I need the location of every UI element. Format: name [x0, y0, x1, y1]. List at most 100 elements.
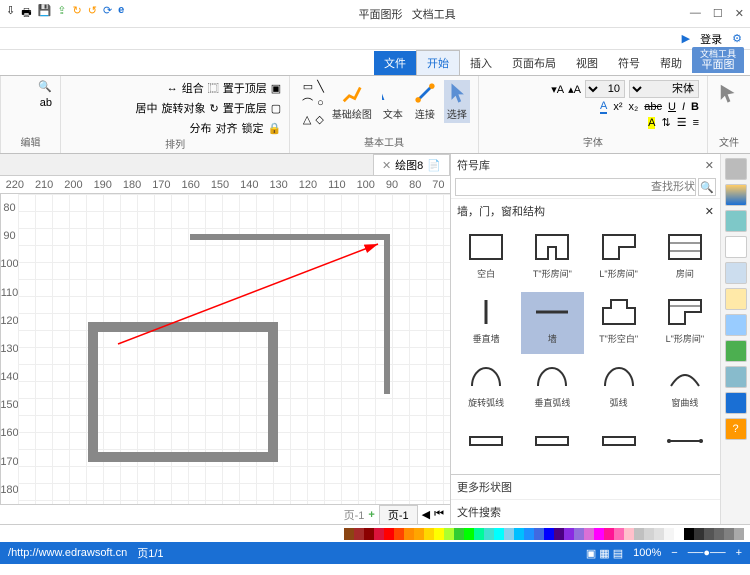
shape-item[interactable]: "T"形空白 — [588, 292, 650, 355]
sub-button[interactable]: x₂ — [629, 101, 639, 113]
rail-item-5[interactable] — [725, 262, 747, 284]
rail-item-3[interactable] — [725, 210, 747, 232]
rotate-icon[interactable]: ↻ — [210, 102, 219, 115]
arc-tool-icon[interactable]: ⌒ — [302, 95, 313, 111]
color-swatch[interactable] — [564, 528, 574, 540]
login-link[interactable]: 登录 — [700, 31, 722, 47]
color-swatch[interactable] — [444, 528, 454, 540]
rail-item-9[interactable] — [725, 366, 747, 388]
color-swatch[interactable] — [634, 528, 644, 540]
panel-close-icon[interactable]: ✕ — [705, 159, 714, 172]
shape-item[interactable]: 弧线 — [588, 356, 650, 419]
color-swatch[interactable] — [454, 528, 464, 540]
tab-floorplan-context[interactable]: 文档工具 平面图 — [692, 47, 744, 73]
color-swatch[interactable] — [344, 528, 354, 540]
rail-item-7[interactable] — [725, 314, 747, 336]
color-swatch[interactable] — [394, 528, 404, 540]
shape-item[interactable]: 墙 — [521, 292, 583, 355]
spacing-icon[interactable]: ⇅ — [661, 116, 670, 129]
rail-item-2[interactable] — [725, 184, 747, 206]
share-icon[interactable]: ⇪ — [57, 4, 66, 23]
page-nav-prev[interactable]: ◀ — [422, 508, 430, 521]
shape-item[interactable]: 房间 — [654, 227, 716, 290]
line-tool-icon[interactable]: ╲ — [317, 80, 324, 93]
color-swatch[interactable] — [664, 528, 674, 540]
shape-item[interactable] — [654, 421, 716, 471]
color-swatch[interactable] — [484, 528, 494, 540]
color-swatch[interactable] — [604, 528, 614, 540]
zoom-slider[interactable]: ──●── — [688, 547, 726, 559]
rail-item-1[interactable] — [725, 158, 747, 180]
color-swatch[interactable] — [524, 528, 534, 540]
color-swatch[interactable] — [644, 528, 654, 540]
color-swatch[interactable] — [474, 528, 484, 540]
page-nav-first[interactable]: ⏮ — [434, 508, 444, 521]
tab-file[interactable]: 文件 — [374, 51, 416, 75]
shape-item[interactable]: "L"形房间 — [654, 292, 716, 355]
zoom-in-icon[interactable]: + — [736, 547, 742, 559]
text-tool[interactable]: A文本 — [380, 80, 406, 123]
color-swatch[interactable] — [574, 528, 584, 540]
shape-item[interactable] — [521, 421, 583, 471]
color-swatch[interactable] — [684, 528, 694, 540]
settings-icon[interactable]: ⚙ — [732, 32, 742, 45]
shape-item[interactable]: 窗曲线 — [654, 356, 716, 419]
color-swatch[interactable] — [624, 528, 634, 540]
increase-font-icon[interactable]: A▴ — [568, 83, 581, 96]
font-size-select[interactable]: 10 — [585, 80, 625, 98]
doc-close-icon[interactable]: ✕ — [382, 159, 391, 172]
color-swatch[interactable] — [514, 528, 524, 540]
shape-item[interactable]: "L"形房间 — [588, 227, 650, 290]
rail-item-6[interactable] — [725, 288, 747, 310]
select-tool[interactable]: 选择 — [444, 80, 470, 123]
shape-item[interactable]: 空白 — [455, 227, 517, 290]
add-page-button[interactable]: + — [368, 509, 374, 521]
bold-button[interactable]: B — [691, 101, 699, 113]
more-shapes-link[interactable]: 更多形状图 — [457, 479, 512, 495]
color-swatch[interactable] — [384, 528, 394, 540]
connect-tool[interactable]: 连接 — [412, 80, 438, 123]
color-swatch[interactable] — [734, 528, 744, 540]
print-icon[interactable]: 🖶 — [21, 4, 31, 23]
shape-item[interactable]: 旋转弧线 — [455, 356, 517, 419]
group-icon[interactable]: ⿴ — [208, 80, 219, 96]
rect-tool-icon[interactable]: ▭ — [303, 80, 313, 93]
view-mode-icon[interactable]: ▤ ▦ ▣ — [586, 547, 623, 560]
italic-button[interactable]: I — [682, 101, 685, 113]
color-swatch[interactable] — [404, 528, 414, 540]
strike-button[interactable]: abc — [644, 101, 662, 113]
canvas[interactable] — [18, 194, 450, 504]
color-swatch[interactable] — [674, 528, 684, 540]
color-swatch[interactable] — [554, 528, 564, 540]
shape-rect-room[interactable] — [88, 322, 278, 462]
send-back-icon[interactable]: ▢ — [271, 102, 281, 115]
shape-search-input[interactable] — [455, 178, 696, 196]
bring-front-icon[interactable]: ▣ — [271, 82, 281, 95]
rail-item-10[interactable] — [725, 392, 747, 414]
shape-item[interactable] — [455, 421, 517, 471]
maximize-button[interactable]: ☐ — [713, 7, 723, 20]
tab-home[interactable]: 开始 — [416, 50, 460, 75]
close-button[interactable]: ✕ — [735, 7, 744, 20]
font-color-button[interactable]: A — [600, 100, 607, 114]
color-swatch[interactable] — [654, 528, 664, 540]
help-icon[interactable]: ? — [725, 418, 747, 440]
shape-item[interactable]: 垂直弧线 — [521, 356, 583, 419]
color-swatch[interactable] — [704, 528, 714, 540]
lock-icon[interactable]: 🔒 — [267, 122, 281, 135]
rail-item-4[interactable] — [725, 236, 747, 258]
search-icon[interactable]: 🔍 — [698, 178, 716, 196]
poly-tool-icon[interactable]: ◇ — [315, 113, 323, 126]
section-close-icon[interactable]: ✕ — [705, 205, 714, 218]
draw-tool[interactable]: 基础绘图 — [330, 80, 374, 123]
tab-help[interactable]: 帮助 — [650, 51, 692, 75]
redo-icon[interactable]: ↻ — [73, 4, 82, 23]
shape-item[interactable] — [588, 421, 650, 471]
font-family-select[interactable]: 宋体 — [629, 80, 699, 98]
align-icon[interactable]: ≡ — [693, 117, 699, 129]
save-icon[interactable]: 💾 — [38, 4, 52, 23]
document-tab[interactable]: 📄 绘图8 ✕ — [373, 154, 450, 175]
color-swatch[interactable] — [424, 528, 434, 540]
play-icon[interactable]: ▶ — [682, 32, 690, 45]
color-swatch[interactable] — [374, 528, 384, 540]
